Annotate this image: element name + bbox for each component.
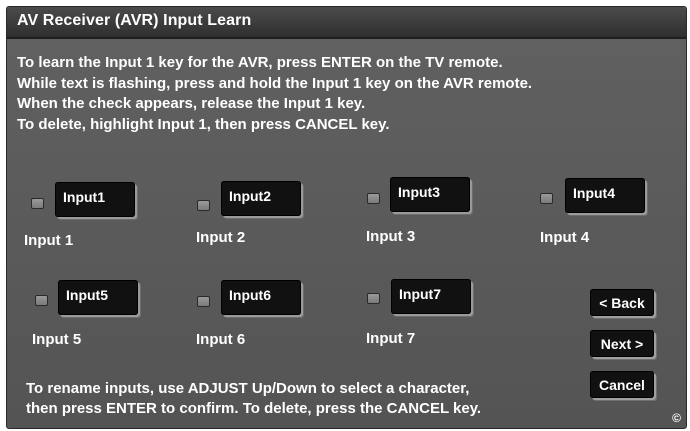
title-bar: AV Receiver (AVR) Input Learn xyxy=(7,7,686,39)
input3-label: Input 3 xyxy=(366,228,416,245)
input3-checkbox[interactable] xyxy=(367,193,380,204)
instructions-text: To learn the Input 1 key for the AVR, pr… xyxy=(17,53,682,135)
input1-label: Input 1 xyxy=(24,232,74,249)
instruction-line: While text is flashing, press and hold t… xyxy=(17,74,533,92)
input4-label: Input 4 xyxy=(540,229,590,246)
input5-field-text: Input5 xyxy=(66,287,108,303)
input3-field-text: Input3 xyxy=(398,184,440,200)
cancel-button[interactable]: Cancel xyxy=(590,371,654,398)
footer-text: To rename inputs, use ADJUST Up/Down to … xyxy=(26,379,481,419)
input7-label: Input 7 xyxy=(366,330,416,347)
footer-line: To rename inputs, use ADJUST Up/Down to … xyxy=(26,380,470,397)
input-learn-panel: AV Receiver (AVR) Input Learn To learn t… xyxy=(6,6,687,429)
input7-field-text: Input7 xyxy=(399,286,441,302)
input7-checkbox[interactable] xyxy=(367,293,380,304)
instruction-line: When the check appears, release the Inpu… xyxy=(17,95,366,112)
input6-field-text: Input6 xyxy=(229,287,271,303)
input4-field-text: Input4 xyxy=(573,185,615,201)
input4-field[interactable]: Input4 xyxy=(565,178,645,213)
input1-field-text: Input1 xyxy=(63,189,105,205)
input6-label: Input 6 xyxy=(196,331,246,348)
input3-field[interactable]: Input3 xyxy=(390,177,470,212)
input4-checkbox[interactable] xyxy=(540,193,553,204)
instruction-line: To learn the Input 1 key for the AVR, pr… xyxy=(17,54,503,71)
input5-field[interactable]: Input5 xyxy=(58,280,138,315)
input1-field[interactable]: Input1 xyxy=(55,182,135,217)
input1-checkbox[interactable] xyxy=(31,198,44,209)
input6-field[interactable]: Input6 xyxy=(221,280,301,315)
copyright-symbol: © xyxy=(672,411,681,425)
footer-line: then press ENTER to confirm. To delete, … xyxy=(26,400,482,417)
next-button[interactable]: Next > xyxy=(590,330,654,357)
input2-field-text: Input2 xyxy=(229,188,271,204)
back-button[interactable]: < Back xyxy=(590,289,654,316)
input6-checkbox[interactable] xyxy=(197,296,210,307)
input2-label: Input 2 xyxy=(196,229,246,246)
input2-checkbox[interactable] xyxy=(197,200,210,211)
input2-field[interactable]: Input2 xyxy=(221,181,301,216)
input7-field[interactable]: Input7 xyxy=(391,279,471,314)
input5-label: Input 5 xyxy=(32,331,82,348)
window-title: AV Receiver (AVR) Input Learn xyxy=(17,12,252,29)
instruction-line: To delete, highlight Input 1, then press… xyxy=(17,115,390,133)
input5-checkbox[interactable] xyxy=(35,295,48,306)
